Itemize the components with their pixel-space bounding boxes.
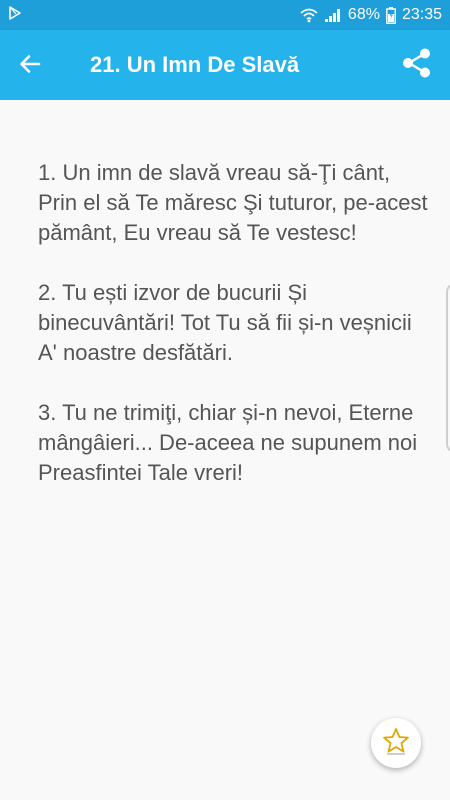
status-bar: 68% 23:35: [0, 0, 450, 30]
verse-2: 2. Tu ești izvor de bucurii Și binecuvân…: [38, 280, 412, 365]
song-content[interactable]: 1. Un imn de slavă vreau să-Ţi cânt, Pri…: [0, 100, 450, 800]
verse-3: 3. Tu ne trimiţi, chiar și-n nevoi, Eter…: [38, 400, 418, 485]
arrow-left-icon: [18, 52, 42, 81]
status-left: [8, 5, 22, 25]
share-button[interactable]: [400, 48, 434, 82]
favorite-button[interactable]: [371, 718, 421, 768]
page-title: 21. Un Imn De Slavă: [90, 52, 300, 77]
back-button[interactable]: [14, 50, 46, 82]
verse-list: 1. Un imn de slavă vreau să-Ţi cânt, Pri…: [38, 158, 434, 518]
edge-panel-handle[interactable]: [446, 283, 450, 453]
play-store-notification-icon: [8, 5, 22, 25]
status-right: 68% 23:35: [300, 6, 442, 24]
share-icon: [401, 47, 433, 84]
battery-icon: [386, 6, 396, 24]
wifi-icon: [300, 7, 318, 23]
app-bar: 21. Un Imn De Slavă: [0, 30, 450, 100]
signal-icon: [324, 7, 342, 23]
verse-1: 1. Un imn de slavă vreau să-Ţi cânt, Pri…: [38, 160, 428, 245]
clock: 23:35: [401, 6, 442, 23]
star-outline-icon: [381, 726, 411, 761]
battery-percent: 68%: [347, 6, 380, 23]
